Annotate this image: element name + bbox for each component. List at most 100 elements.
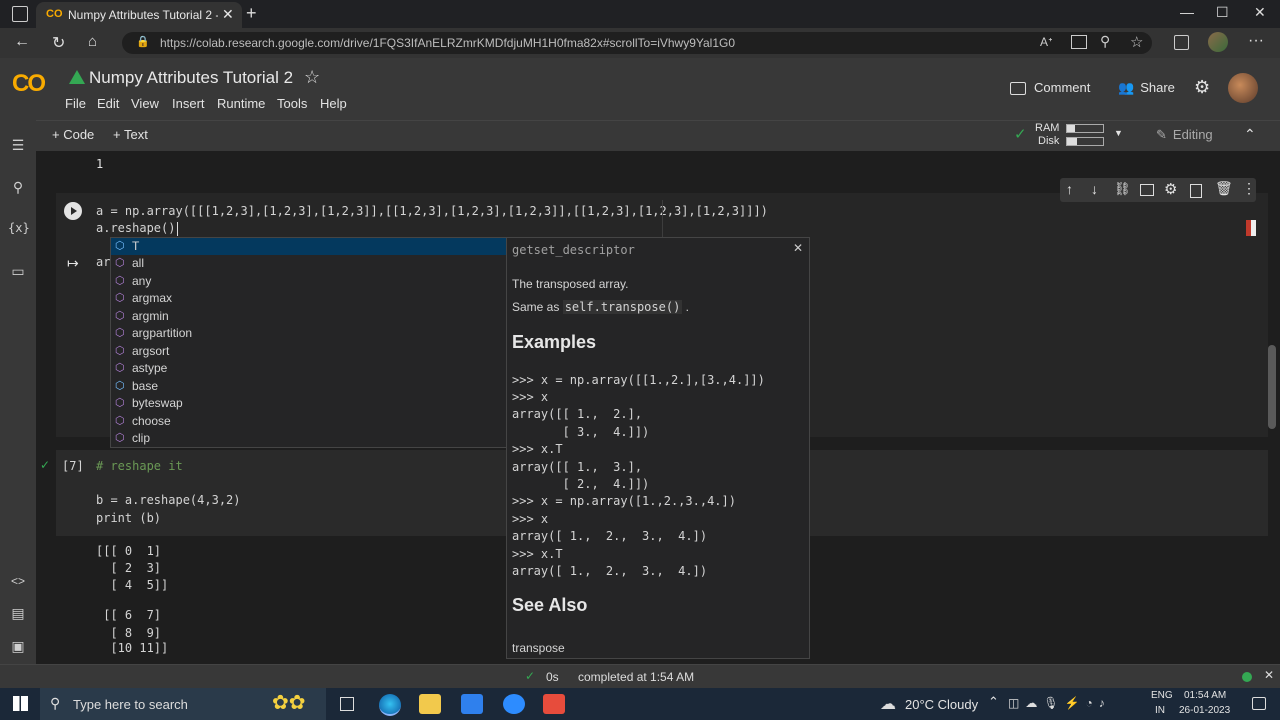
autocomplete-item-base[interactable]: ⬡ base [111, 378, 507, 395]
menu-edit[interactable]: Edit [97, 96, 119, 111]
autocomplete-item-T[interactable]: ⬡ T [111, 238, 507, 255]
autocomplete-list[interactable]: ⬡ T ⬡ all ⬡ any ⬡ argmax ⬡ argmin ⬡ argpartiti… [110, 237, 508, 448]
cell7-line-3[interactable]: b = a.reshape(4,3,2) [96, 493, 241, 507]
command-palette-icon[interactable]: ▤ [8, 605, 28, 625]
mirror-cell-icon[interactable] [1190, 184, 1202, 198]
url-field[interactable]: 🔒 https://colab.research.google.com/driv… [122, 32, 1152, 54]
notebook-title[interactable]: Numpy Attributes Tutorial 2 [89, 68, 293, 88]
edge-browser-icon[interactable] [379, 694, 401, 716]
autocomplete-item-argpartition[interactable]: ⬡ argpartition [111, 325, 507, 342]
tab-close-icon[interactable]: ✕ [222, 6, 234, 23]
taskbar-search-box[interactable]: ⚲ Type here to search ✿✿ [40, 688, 326, 720]
mail-icon[interactable] [461, 694, 483, 714]
autocomplete-item-astype[interactable]: ⬡ astype [111, 360, 507, 377]
favorite-icon[interactable]: ☆ [1130, 33, 1143, 51]
code-snippets-icon[interactable]: <> [8, 574, 28, 594]
resources-dropdown-icon[interactable]: ▼ [1114, 128, 1123, 138]
read-aloud-icon[interactable]: Aᐩ [1040, 35, 1053, 49]
cell-settings-icon[interactable]: ⚙ [1164, 180, 1177, 198]
collections-icon[interactable] [1174, 35, 1189, 50]
notification-icon[interactable] [1252, 697, 1266, 710]
add-code-button[interactable]: + Code [52, 127, 94, 142]
clock-time[interactable]: 01:54 AM [1184, 690, 1226, 701]
autocomplete-item-any[interactable]: ⬡ any [111, 273, 507, 290]
settings-gear-icon[interactable]: ⚙ [1194, 77, 1210, 98]
tray-chevron-icon[interactable]: ⌃ [988, 694, 999, 710]
refresh-icon[interactable]: ↻ [52, 33, 65, 53]
move-down-icon[interactable]: ↓ [1091, 181, 1098, 197]
autocomplete-item-clip[interactable]: ⬡ clip [111, 430, 507, 447]
run-cell-button[interactable] [64, 202, 82, 220]
doc-close-icon[interactable]: ✕ [793, 241, 803, 255]
table-of-contents-icon[interactable]: ☰ [8, 137, 28, 157]
clock-date[interactable]: 26-01-2023 [1179, 705, 1230, 716]
documentation-panel[interactable]: getset_descriptor ✕ The transposed array… [506, 237, 810, 659]
tray-icons[interactable]: ◫☁🎙⚡◔♪ [1008, 696, 1111, 710]
weather-text[interactable]: 20°C Cloudy [905, 697, 978, 712]
ram-meter[interactable] [1066, 124, 1104, 133]
code-line-2[interactable]: a.reshape() [96, 221, 175, 235]
window-close-icon[interactable]: ✕ [1254, 4, 1266, 21]
editing-mode-button[interactable]: ✎ Editing [1156, 127, 1213, 143]
back-icon[interactable]: ← [14, 33, 30, 51]
autocomplete-item-all[interactable]: ⬡ all [111, 255, 507, 272]
autocomplete-item-argsort[interactable]: ⬡ argsort [111, 343, 507, 360]
cell-success-check-icon: ✓ [40, 458, 51, 472]
menu-help[interactable]: Help [320, 96, 347, 111]
maximize-icon[interactable]: ☐ [1216, 4, 1229, 21]
recorder-icon[interactable] [543, 694, 565, 714]
taskbar-search-icon: ⚲ [50, 695, 61, 711]
app-available-icon[interactable] [1071, 35, 1087, 49]
task-view-icon[interactable] [340, 697, 354, 711]
language-indicator-2[interactable]: IN [1155, 705, 1165, 716]
code-line-1[interactable]: a = np.array([[[1,2,3],[1,2,3],[1,2,3]],… [96, 204, 768, 218]
cell7-line-4[interactable]: print (b) [96, 511, 161, 525]
language-indicator-1[interactable]: ENG [1151, 690, 1173, 701]
files-folder-icon[interactable]: ▭ [8, 263, 28, 283]
autocomplete-item-argmin[interactable]: ⬡ argmin [111, 308, 507, 325]
menu-runtime[interactable]: Runtime [217, 96, 265, 111]
search-icon[interactable]: ⚲ [8, 179, 28, 199]
add-text-button[interactable]: + Text [113, 127, 148, 142]
cell-more-icon[interactable]: ⋮ [1242, 180, 1256, 197]
zoom-icon[interactable] [503, 694, 525, 714]
disk-meter[interactable] [1066, 137, 1104, 146]
menu-file[interactable]: File [65, 96, 86, 111]
zoom-icon[interactable]: ⚲ [1100, 33, 1110, 50]
collapse-header-icon[interactable]: ⌃ [1244, 126, 1256, 143]
error-marker [1246, 220, 1256, 236]
delete-cell-icon[interactable]: 🗑 [1215, 180, 1233, 197]
comment-button[interactable]: Comment [1010, 80, 1090, 96]
home-icon[interactable]: ⌂ [88, 33, 97, 50]
menu-insert[interactable]: Insert [172, 96, 205, 111]
colab-logo[interactable]: CO [12, 70, 46, 98]
file-explorer-icon[interactable] [419, 694, 441, 714]
move-up-icon[interactable]: ↑ [1066, 181, 1073, 197]
new-tab-button[interactable]: + [246, 3, 257, 24]
profile-avatar[interactable] [1208, 32, 1228, 52]
menu-tools[interactable]: Tools [277, 96, 307, 111]
windows-start-icon[interactable] [13, 696, 28, 711]
share-button[interactable]: 👥 Share [1118, 80, 1175, 96]
star-icon[interactable]: ☆ [304, 67, 320, 88]
tab-actions-icon[interactable] [12, 6, 28, 22]
output-icon[interactable]: ↦ [67, 255, 79, 272]
status-close-icon[interactable]: ✕ [1264, 668, 1274, 682]
link-icon[interactable]: ⛓ [1114, 181, 1131, 197]
method-icon: ⬡ [115, 310, 125, 322]
terminal-icon[interactable]: ▣ [8, 638, 28, 658]
connected-check-icon: ✓ [1014, 126, 1027, 143]
menu-view[interactable]: View [131, 96, 159, 111]
doc-see-also-item[interactable]: transpose [512, 641, 565, 655]
user-avatar[interactable] [1228, 73, 1258, 103]
browser-menu-icon[interactable]: ··· [1248, 32, 1264, 50]
cell7-line-1[interactable]: # reshape it [96, 459, 183, 473]
browser-tab[interactable]: CO Numpy Attributes Tutorial 2 - Co ✕ [36, 2, 242, 28]
page-scrollbar[interactable] [1268, 345, 1276, 429]
autocomplete-item-argmax[interactable]: ⬡ argmax [111, 290, 507, 307]
autocomplete-item-choose[interactable]: ⬡ choose [111, 413, 507, 430]
minimize-icon[interactable]: — [1180, 4, 1194, 20]
autocomplete-item-byteswap[interactable]: ⬡ byteswap [111, 395, 507, 412]
comment-cell-icon[interactable] [1140, 184, 1154, 196]
variables-icon[interactable]: {x} [8, 221, 30, 241]
